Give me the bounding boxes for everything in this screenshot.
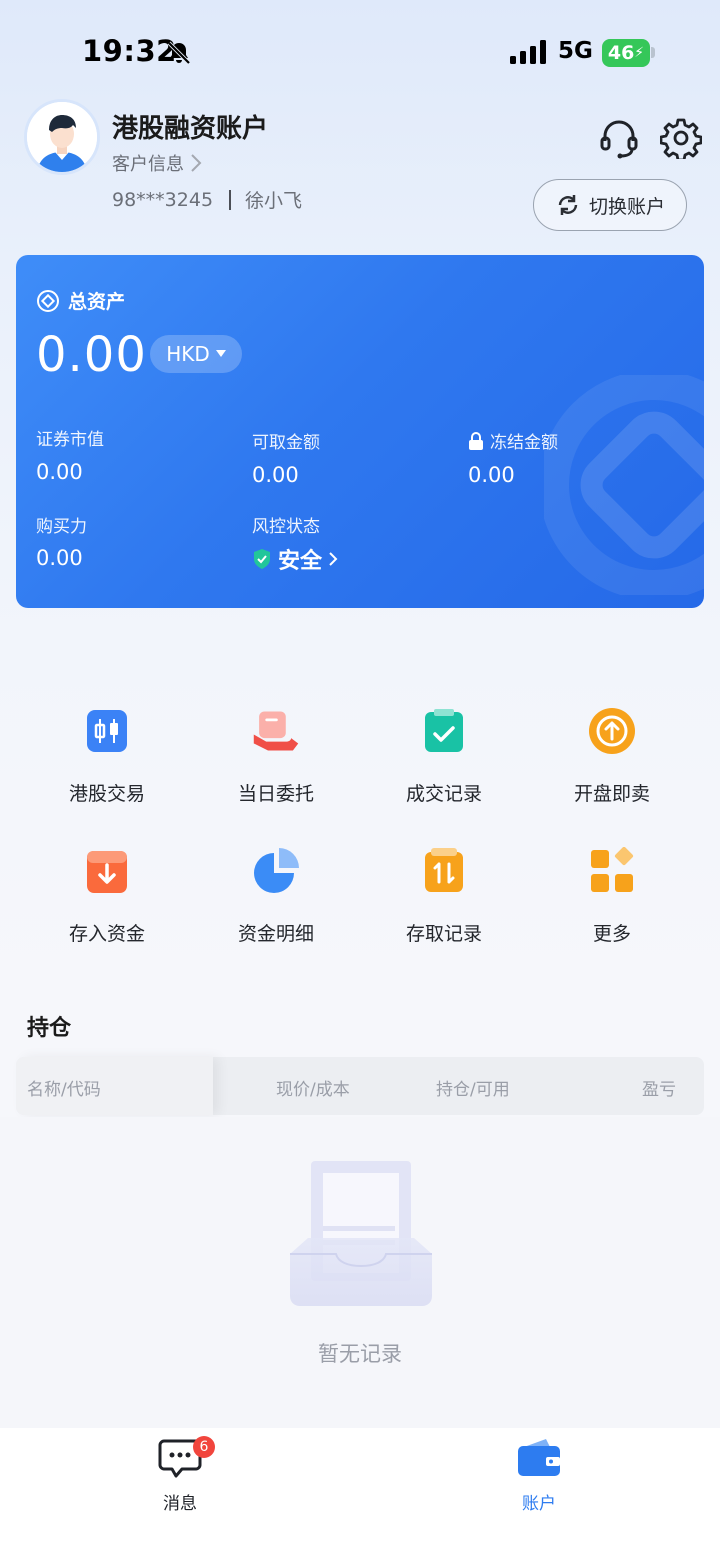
divider bbox=[229, 189, 232, 210]
metric-label: 证券市值 bbox=[36, 430, 104, 450]
menu-item-fund-details[interactable]: 资金明细 bbox=[186, 847, 366, 946]
wallet-icon bbox=[518, 1439, 560, 1476]
more-grid-icon bbox=[591, 846, 634, 892]
bell-muted-icon bbox=[167, 41, 191, 65]
lock-icon bbox=[469, 431, 483, 450]
chevron-right-icon bbox=[329, 552, 338, 566]
avatar[interactable] bbox=[24, 99, 100, 175]
menu-item-label: 存取记录 bbox=[405, 923, 482, 945]
menu-item-label: 资金明细 bbox=[237, 923, 314, 945]
menu-item-open-sell[interactable]: 开盘即卖 bbox=[522, 707, 702, 806]
frozen-amount-label: 冻结金额 bbox=[468, 428, 558, 453]
hand-order-icon bbox=[253, 711, 299, 751]
customer-info-link[interactable]: 客户信息 bbox=[112, 150, 202, 176]
diamond-circle-icon bbox=[37, 289, 59, 312]
currency-selector[interactable]: HKD bbox=[150, 335, 242, 373]
metric-label: 购买力 bbox=[36, 517, 87, 537]
status-time: 19:32 bbox=[82, 34, 177, 68]
signal-icon bbox=[510, 40, 546, 64]
metric-value: 0.00 bbox=[36, 546, 83, 570]
account-name: 徐小飞 bbox=[245, 190, 303, 212]
holdings-title: 持仓 bbox=[27, 1016, 72, 1041]
tab-account-label: 账户 bbox=[522, 1494, 556, 1514]
empty-inbox-icon bbox=[290, 1161, 432, 1306]
menu-item-more[interactable]: 更多 bbox=[522, 846, 702, 946]
candlestick-chart-icon bbox=[87, 710, 127, 752]
switch-account-label: 切换账户 bbox=[588, 195, 665, 218]
caret-down-icon bbox=[215, 350, 226, 357]
transfer-record-icon bbox=[425, 848, 463, 892]
deposit-icon bbox=[87, 851, 127, 893]
menu-item-label: 当日委托 bbox=[237, 783, 314, 805]
metric-value: 0.00 bbox=[252, 463, 299, 487]
menu-item-label: 成交记录 bbox=[405, 783, 482, 805]
network-label: 5G bbox=[558, 38, 593, 64]
metric-label: 可取金额 bbox=[252, 433, 320, 453]
menu-item-label: 更多 bbox=[592, 923, 631, 945]
column-header-price[interactable]: 现价/成本 bbox=[276, 1075, 350, 1100]
account-number: 98***3245 bbox=[112, 188, 214, 211]
settings-gear-icon[interactable] bbox=[660, 117, 702, 159]
pie-chart-icon bbox=[254, 848, 299, 893]
account-line: 98***3245 徐小飞 bbox=[112, 186, 302, 213]
menu-item-hk-trade[interactable]: 港股交易 bbox=[17, 707, 197, 806]
currency-label: HKD bbox=[166, 342, 210, 366]
menu-item-deposit[interactable]: 存入资金 bbox=[17, 847, 197, 946]
total-assets-label: 总资产 bbox=[36, 287, 125, 314]
empty-state-text: 暂无记录 bbox=[318, 1342, 402, 1366]
menu-item-label: 港股交易 bbox=[68, 783, 145, 805]
refresh-icon bbox=[558, 195, 578, 215]
metric-value: 0.00 bbox=[468, 463, 515, 487]
battery-icon: 46 ⚡ bbox=[602, 39, 650, 67]
account-title: 港股融资账户 bbox=[112, 114, 269, 144]
arrow-up-circle-icon bbox=[589, 708, 635, 754]
menu-item-label: 开盘即卖 bbox=[573, 783, 650, 805]
chevron-right-icon bbox=[191, 154, 202, 172]
column-header-position[interactable]: 持仓/可用 bbox=[436, 1075, 510, 1100]
customer-service-icon[interactable] bbox=[598, 117, 640, 159]
risk-status-label: 风控状态 bbox=[252, 517, 320, 537]
tab-account[interactable]: 账户 bbox=[479, 1437, 599, 1514]
card-decoration bbox=[544, 375, 704, 595]
customer-info-label: 客户信息 bbox=[112, 154, 184, 175]
total-assets-value: 0.00 bbox=[36, 327, 147, 383]
metric-value: 0.00 bbox=[36, 460, 83, 484]
risk-status-value: 安全 bbox=[278, 549, 323, 574]
switch-account-button[interactable]: 切换账户 bbox=[533, 179, 687, 231]
column-header-name[interactable]: 名称/代码 bbox=[27, 1075, 101, 1100]
bottom-tab-bar bbox=[0, 1428, 720, 1564]
battery-tip bbox=[651, 47, 655, 58]
asset-card: 总资产 0.00 HKD 证券市值 0.00 可取金额 0.00 冻结金额 0.… bbox=[16, 255, 704, 608]
tab-messages-label: 消息 bbox=[163, 1494, 197, 1514]
tab-messages[interactable]: 消息 bbox=[120, 1437, 240, 1514]
menu-item-trade-records[interactable]: 成交记录 bbox=[354, 707, 534, 806]
notification-badge: 6 bbox=[193, 1436, 215, 1458]
column-header-pnl[interactable]: 盈亏 bbox=[642, 1075, 676, 1100]
menu-item-today-orders[interactable]: 当日委托 bbox=[186, 707, 366, 806]
shield-check-icon bbox=[254, 549, 270, 569]
risk-status-link[interactable]: 安全 bbox=[252, 543, 338, 575]
holdings-table-header: 名称/代码 现价/成本 持仓/可用 盈亏 bbox=[16, 1057, 704, 1115]
menu-item-transfer-records[interactable]: 存取记录 bbox=[354, 847, 534, 946]
clipboard-check-icon bbox=[425, 709, 463, 752]
menu-item-label: 存入资金 bbox=[68, 923, 145, 945]
